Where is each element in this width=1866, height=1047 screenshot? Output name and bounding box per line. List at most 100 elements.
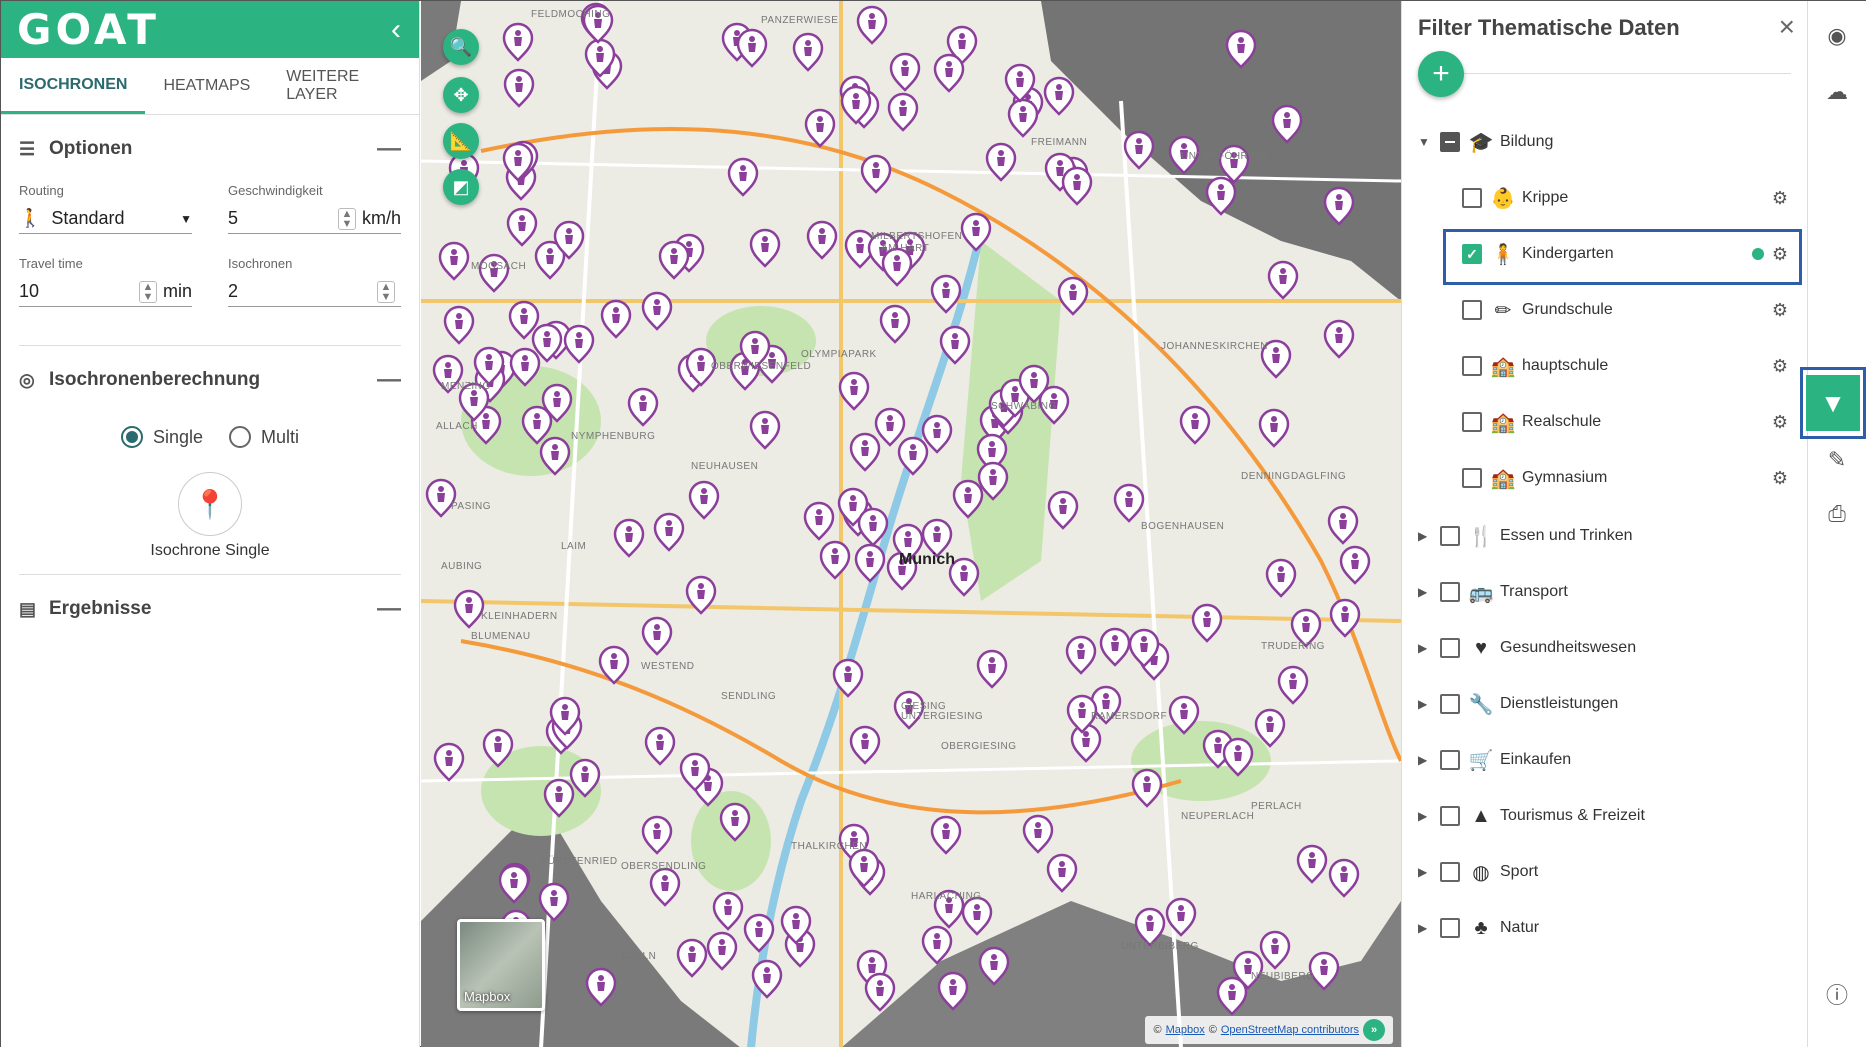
kindergarten-marker[interactable] [819,540,851,580]
kindergarten-marker[interactable] [849,432,881,472]
kindergarten-marker[interactable] [838,371,870,411]
radio-single-circle[interactable] [120,426,143,448]
isochronen-input[interactable]: 2 ▲ ▼ [228,277,401,307]
search-map-button[interactable]: 🔍 [443,29,479,65]
gear-icon[interactable]: ⚙ [1772,188,1788,209]
kindergarten-marker[interactable] [856,5,888,45]
travel-time-input[interactable]: 10 ▲ ▼ min [19,277,192,307]
gear-icon[interactable]: ⚙ [1772,356,1788,377]
radio-multi[interactable]: Multi [229,426,299,448]
collapse-panel-button[interactable]: ‹ [391,13,401,47]
kindergarten-marker[interactable] [727,157,759,197]
kindergarten-marker[interactable] [676,938,708,978]
isochronen-stepper[interactable]: ▲ ▼ [377,280,395,303]
category-checkbox[interactable] [1440,694,1460,714]
print-button[interactable]: ⎙ [1808,487,1866,541]
kindergarten-marker[interactable] [443,305,475,345]
kindergarten-marker[interactable] [1070,723,1102,763]
measure-button[interactable]: 📐 [443,123,479,159]
layer-realschule[interactable]: 🏫 Realschule ⚙ [1402,399,1808,445]
kindergarten-marker[interactable] [627,387,659,427]
category-tourismus-freizeit[interactable]: ▶ ▲ Tourismus & Freizeit [1402,793,1808,839]
layer-hauptschule[interactable]: 🏫 hauptschule ⚙ [1402,343,1808,389]
kindergarten-marker[interactable] [749,228,781,268]
kindergarten-marker[interactable] [1329,598,1361,638]
kindergarten-marker[interactable] [804,108,836,148]
kindergarten-marker[interactable] [854,543,886,583]
kindergarten-marker[interactable] [806,220,838,260]
kindergarten-marker[interactable] [1277,665,1309,705]
tab-heatmaps[interactable]: HEATMAPS [145,58,268,114]
kindergarten-marker[interactable] [1296,844,1328,884]
kindergarten-marker[interactable] [1179,405,1211,445]
mapbox-link[interactable]: Mapbox [1166,1024,1205,1036]
category-essen-und-trinken[interactable]: ▶ 🍴 Essen und Trinken [1402,513,1808,559]
kindergarten-marker[interactable] [641,616,673,656]
layer-kindergarten[interactable]: ✓ 🧍 Kindergarten ⚙ [1402,231,1808,277]
radio-multi-circle[interactable] [229,426,252,448]
kindergarten-marker[interactable] [1007,98,1039,138]
kindergarten-marker[interactable] [887,92,919,132]
category-checkbox[interactable] [1440,806,1460,826]
isochronenberechnung-header[interactable]: ◎ Isochronenberechnung — [1,352,419,408]
kindergarten-marker[interactable] [1057,276,1089,316]
kindergarten-marker[interactable] [897,436,929,476]
kindergarten-marker[interactable] [1113,483,1145,523]
results-header[interactable]: ▤ Ergebnisse — [1,581,419,637]
category-checkbox[interactable] [1440,918,1460,938]
kindergarten-marker[interactable] [933,53,965,93]
category-gesundheitswesen[interactable]: ▶ ♥ Gesundheitswesen [1402,625,1808,671]
checkbox-krippe[interactable] [1462,188,1482,208]
kindergarten-marker[interactable] [563,324,595,364]
kindergarten-marker[interactable] [433,742,465,782]
map-view[interactable]: 🔍 ✥ 📐 ◩ Munich Feldmoching Panzerwiese Unt… [421,1,1401,1047]
kindergarten-marker[interactable] [600,299,632,339]
kindergarten-marker[interactable] [985,142,1017,182]
kindergarten-marker[interactable] [1323,319,1355,359]
kindergarten-marker[interactable] [1047,490,1079,530]
attribution-expand-button[interactable]: » [1363,1019,1385,1041]
checkbox-hauptschule[interactable] [1462,356,1482,376]
kindergarten-marker[interactable] [736,28,768,68]
kindergarten-marker[interactable] [1191,603,1223,643]
kindergarten-marker[interactable] [502,22,534,62]
kindergarten-marker[interactable] [688,480,720,520]
info-button[interactable]: ⓘ [1808,967,1866,1021]
caret-right-icon[interactable]: ▶ [1418,865,1432,879]
kindergarten-marker[interactable] [453,589,485,629]
kindergarten-marker[interactable] [864,972,896,1012]
kindergarten-marker[interactable] [860,154,892,194]
kindergarten-marker[interactable] [1022,814,1054,854]
kindergarten-marker[interactable] [1131,768,1163,808]
kindergarten-marker[interactable] [930,274,962,314]
kindergarten-marker[interactable] [1259,930,1291,970]
fullscreen-button[interactable]: ✥ [443,77,479,113]
category-einkaufen[interactable]: ▶ 🛒 Einkaufen [1402,737,1808,783]
kindergarten-marker[interactable] [653,512,685,552]
cloud-button[interactable]: ☁ [1808,65,1866,119]
travel-time-stepper[interactable]: ▲ ▼ [138,280,157,303]
kindergarten-marker[interactable] [874,407,906,447]
caret-down-icon[interactable]: ▼ [1418,135,1432,149]
gear-icon[interactable]: ⚙ [1772,468,1788,489]
kindergarten-marker[interactable] [889,52,921,92]
radio-single[interactable]: Single [120,426,203,448]
speed-stepper[interactable]: ▲ ▼ [337,207,356,230]
caret-right-icon[interactable]: ▶ [1418,921,1432,935]
kindergarten-marker[interactable] [641,291,673,331]
kindergarten-marker[interactable] [438,241,470,281]
kindergarten-marker[interactable] [503,68,535,108]
kindergarten-marker[interactable] [1339,545,1371,585]
kindergarten-marker[interactable] [1065,635,1097,675]
gear-icon[interactable]: ⚙ [1772,300,1788,321]
layers-button[interactable]: ◩ [443,169,479,205]
kindergarten-marker[interactable] [1267,260,1299,300]
kindergarten-marker[interactable] [879,304,911,344]
kindergarten-marker[interactable] [743,913,775,953]
caret-right-icon[interactable]: ▶ [1418,753,1432,767]
checkbox-kindergarten[interactable]: ✓ [1462,244,1482,264]
caret-right-icon[interactable]: ▶ [1418,529,1432,543]
layer-gymnasium[interactable]: 🏫 Gymnasium ⚙ [1402,455,1808,501]
filter-toggle-button[interactable]: ▼ [1800,367,1866,439]
kindergarten-marker[interactable] [644,726,676,766]
